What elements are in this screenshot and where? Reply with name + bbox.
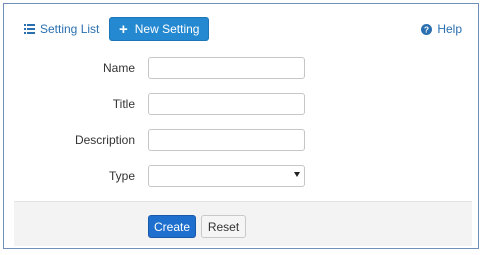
window-frame: Setting List + New Setting ? Help Name T… xyxy=(3,3,479,249)
settings-panel: Setting List + New Setting ? Help Name T… xyxy=(14,8,472,246)
help-label: Help xyxy=(437,22,462,36)
question-circle-icon: ? xyxy=(421,23,433,35)
form-row-type: Type xyxy=(14,165,472,187)
svg-text:?: ? xyxy=(424,24,429,34)
create-button[interactable]: Create xyxy=(148,215,196,238)
description-label: Description xyxy=(74,133,135,147)
list-icon xyxy=(24,24,35,34)
help-button[interactable]: ? Help xyxy=(421,20,462,38)
caret-down-icon xyxy=(294,172,300,177)
name-field[interactable] xyxy=(148,57,305,79)
setting-list-label: Setting List xyxy=(40,22,100,36)
title-label: Title xyxy=(112,97,135,111)
form-row-title: Title xyxy=(14,93,472,115)
plus-icon: + xyxy=(119,20,128,38)
description-field[interactable] xyxy=(148,129,305,151)
reset-button[interactable]: Reset xyxy=(201,215,246,238)
title-field[interactable] xyxy=(148,93,305,115)
toolbar: Setting List + New Setting ? Help xyxy=(14,8,472,48)
form-row-description: Description xyxy=(14,129,472,151)
form-row-name: Name xyxy=(14,57,472,79)
name-label: Name xyxy=(102,61,135,75)
form-actions: Create Reset xyxy=(14,201,472,246)
type-select[interactable] xyxy=(148,165,305,187)
new-setting-label: New Setting xyxy=(134,22,200,36)
type-label: Type xyxy=(108,169,135,183)
setting-list-button[interactable]: Setting List xyxy=(24,20,99,38)
new-setting-button[interactable]: + New Setting xyxy=(109,17,210,41)
